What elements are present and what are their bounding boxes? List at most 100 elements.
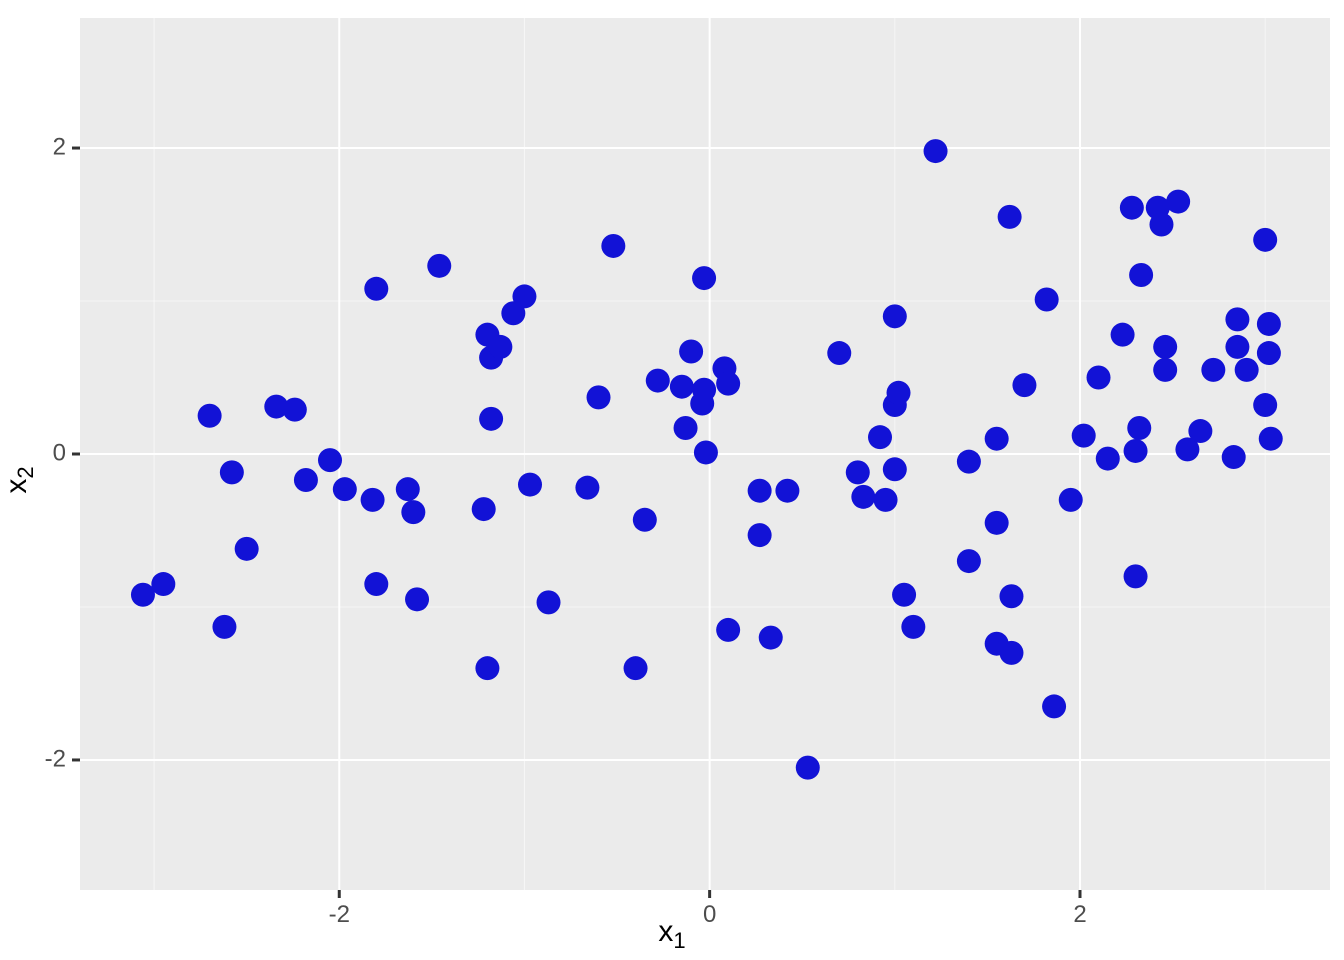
data-point	[748, 523, 772, 547]
data-point	[198, 404, 222, 428]
data-point	[318, 448, 342, 472]
data-point	[294, 468, 318, 492]
data-point	[396, 477, 420, 501]
data-point	[1201, 358, 1225, 382]
y-axis-label: x2	[0, 466, 39, 493]
y-tick-label: 2	[53, 133, 66, 160]
data-point	[1235, 358, 1259, 382]
data-point	[361, 488, 385, 512]
data-point	[901, 615, 925, 639]
data-point	[1257, 341, 1281, 365]
data-point	[235, 537, 259, 561]
scatter-chart: x2 x1 -202-202	[0, 0, 1344, 960]
data-point	[748, 479, 772, 503]
data-point	[851, 485, 875, 509]
data-point	[1120, 196, 1144, 220]
data-point	[601, 234, 625, 258]
data-point	[670, 375, 694, 399]
data-point	[518, 473, 542, 497]
data-point	[1012, 373, 1036, 397]
plot-panel: -202-202	[80, 18, 1330, 890]
data-point	[283, 398, 307, 422]
data-point	[405, 587, 429, 611]
data-point	[985, 427, 1009, 451]
data-point	[1072, 424, 1096, 448]
data-point	[694, 440, 718, 464]
x-tick-label: 0	[703, 901, 716, 928]
data-point	[131, 583, 155, 607]
data-point	[1253, 228, 1277, 252]
y-tick-label: 0	[53, 439, 66, 466]
data-point	[364, 277, 388, 301]
data-point	[874, 488, 898, 512]
data-point	[957, 549, 981, 573]
data-point	[587, 385, 611, 409]
data-point	[1225, 335, 1249, 359]
data-point	[1042, 694, 1066, 718]
data-point	[1059, 488, 1083, 512]
data-point	[479, 407, 503, 431]
data-point	[1257, 312, 1281, 336]
data-point	[674, 416, 698, 440]
data-point	[212, 615, 236, 639]
data-point	[333, 477, 357, 501]
data-point	[692, 266, 716, 290]
data-point	[1153, 358, 1177, 382]
x-axis-label: x1	[0, 915, 1344, 954]
data-point	[998, 205, 1022, 229]
data-point	[1096, 447, 1120, 471]
data-point	[999, 641, 1023, 665]
data-point	[220, 460, 244, 484]
data-point	[999, 584, 1023, 608]
data-point	[1129, 263, 1153, 287]
plot-svg: -202-202	[80, 18, 1330, 890]
data-point	[1149, 213, 1173, 237]
data-point	[488, 335, 512, 359]
data-point	[1127, 416, 1151, 440]
data-point	[846, 460, 870, 484]
data-point	[646, 369, 670, 393]
data-point	[1253, 393, 1277, 417]
data-point	[151, 572, 175, 596]
data-point	[1222, 445, 1246, 469]
data-point	[427, 254, 451, 278]
data-point	[575, 476, 599, 500]
data-point	[924, 139, 948, 163]
data-point	[1188, 419, 1212, 443]
x-tick-label: 2	[1073, 901, 1086, 928]
data-point	[868, 425, 892, 449]
data-point	[679, 340, 703, 364]
data-point	[883, 304, 907, 328]
data-point	[1225, 307, 1249, 331]
data-point	[957, 450, 981, 474]
data-point	[1035, 287, 1059, 311]
data-point	[887, 381, 911, 405]
data-point	[1111, 323, 1135, 347]
data-point	[1124, 564, 1148, 588]
data-point	[985, 511, 1009, 535]
data-point	[1153, 335, 1177, 359]
data-point	[364, 572, 388, 596]
data-point	[512, 284, 536, 308]
data-point	[475, 656, 499, 680]
data-point	[472, 497, 496, 521]
data-point	[690, 392, 714, 416]
data-point	[1166, 190, 1190, 214]
data-point	[883, 457, 907, 481]
data-point	[775, 479, 799, 503]
data-point	[401, 500, 425, 524]
data-point	[633, 508, 657, 532]
data-point	[796, 756, 820, 780]
data-point	[759, 626, 783, 650]
data-point	[1087, 366, 1111, 390]
data-point	[1124, 439, 1148, 463]
data-point	[716, 372, 740, 396]
data-point	[537, 590, 561, 614]
x-tick-label: -2	[329, 901, 350, 928]
data-point	[892, 583, 916, 607]
data-point	[624, 656, 648, 680]
data-point	[827, 341, 851, 365]
data-point	[716, 618, 740, 642]
data-point	[1259, 427, 1283, 451]
y-tick-label: -2	[45, 745, 66, 772]
